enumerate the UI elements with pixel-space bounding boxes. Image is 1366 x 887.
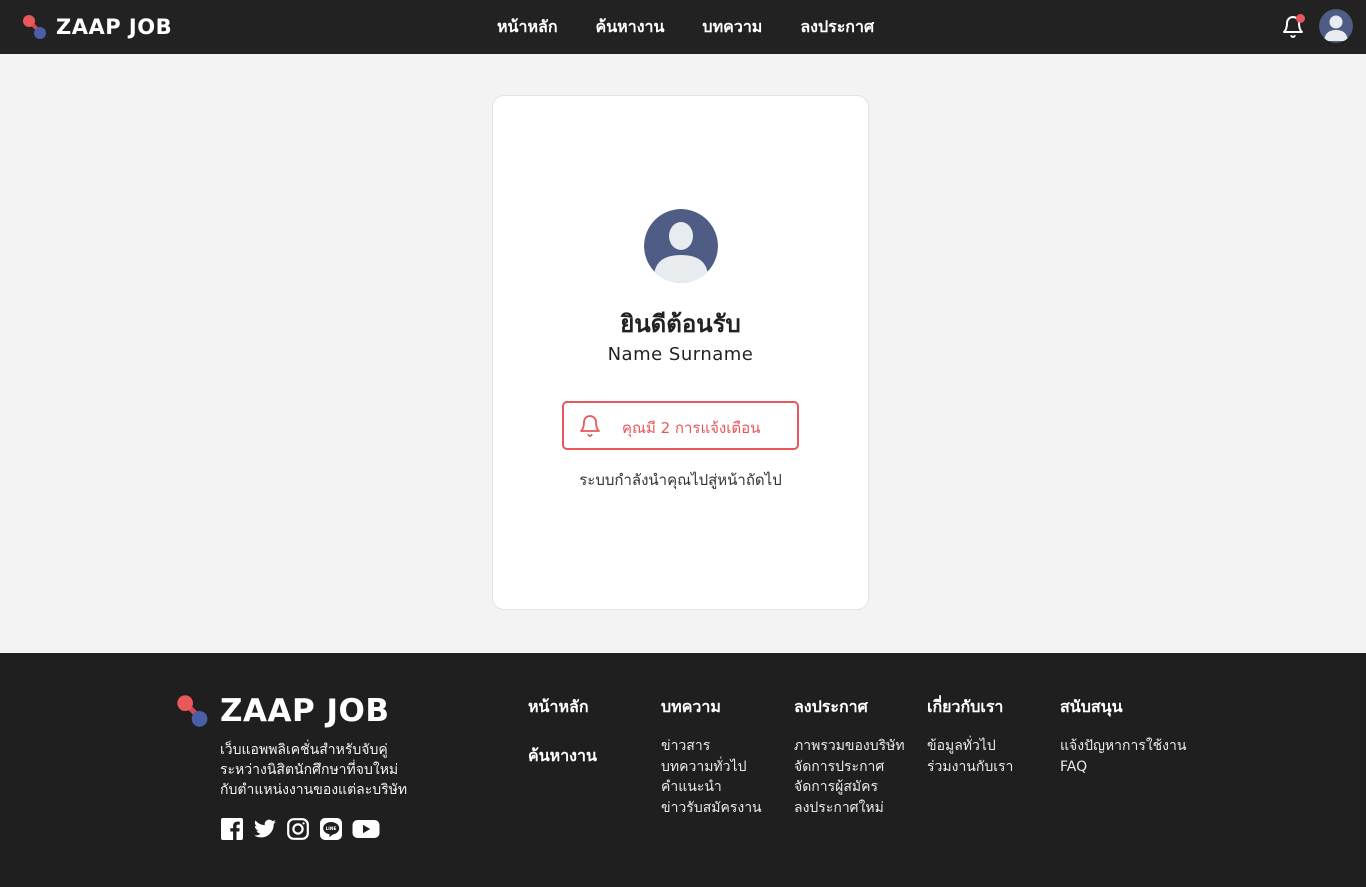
footer-link-search-jobs[interactable]: ค้นหางาน	[528, 744, 597, 769]
nav-post-job[interactable]: ลงประกาศ	[800, 15, 874, 40]
notifications-button-label: คุณมี 2 การแจ้งเตือน	[622, 419, 761, 437]
welcome-card: ยินดีต้อนรับ Name Surname คุณมี 2 การแจ้…	[492, 95, 869, 610]
logo-mark-icon	[22, 14, 48, 40]
profile-avatar	[644, 209, 718, 283]
footer-link[interactable]: ลงประกาศใหม่	[794, 798, 905, 819]
header-logo-text: ZAAP JOB	[56, 15, 173, 39]
youtube-icon[interactable]	[352, 817, 380, 841]
line-icon[interactable]: LINE	[319, 817, 343, 841]
footer-heading-about[interactable]: เกี่ยวกับเรา	[927, 695, 1013, 720]
social-links: LINE	[220, 817, 389, 841]
footer-heading-post-job[interactable]: ลงประกาศ	[794, 695, 905, 720]
footer-col-articles: บทความ ข่าวสาร บทความทั่วไป คำแนะนำ ข่าว…	[661, 695, 762, 818]
nav-search-jobs[interactable]: ค้นหางาน	[596, 15, 665, 40]
footer-link[interactable]: แจ้งปัญหาการใช้งาน	[1060, 736, 1186, 757]
footer-heading-support[interactable]: สนับสนุน	[1060, 695, 1186, 720]
footer-link[interactable]: ข้อมูลทั่วไป	[927, 736, 1013, 757]
footer-tagline-line: เว็บแอพพลิเคชั่นสำหรับจับคู่	[220, 742, 388, 758]
header-logo[interactable]: ZAAP JOB	[22, 13, 172, 41]
footer-link[interactable]: ภาพรวมของบริษัท	[794, 736, 905, 757]
footer-tagline: เว็บแอพพลิเคชั่นสำหรับจับคู่ ระหว่างนิสิ…	[220, 740, 407, 800]
footer: ZAAP JOB เว็บแอพพลิเคชั่นสำหรับจับคู่ ระ…	[0, 653, 1366, 887]
footer-logo-mark-icon	[176, 694, 210, 728]
notification-badge-dot	[1296, 14, 1305, 23]
facebook-icon[interactable]	[220, 817, 244, 841]
bell-icon	[578, 414, 602, 438]
top-navbar: ZAAP JOB หน้าหลัก ค้นหางาน บทความ ลงประก…	[0, 0, 1366, 54]
notifications-button[interactable]: คุณมี 2 การแจ้งเตือน	[562, 401, 799, 450]
footer-link[interactable]: คำแนะนำ	[661, 777, 762, 798]
nav-home[interactable]: หน้าหลัก	[497, 15, 558, 40]
footer-col-home: หน้าหลัก ค้นหางาน	[528, 695, 597, 769]
footer-tagline-line: กับตำแหน่งงานของแต่ละบริษัท	[220, 782, 408, 798]
footer-link[interactable]: FAQ	[1060, 757, 1186, 778]
twitter-icon[interactable]	[253, 817, 277, 841]
footer-link[interactable]: จัดการประกาศ	[794, 757, 905, 778]
footer-col-about: เกี่ยวกับเรา ข้อมูลทั่วไป ร่วมงานกับเรา	[927, 695, 1013, 777]
footer-logo[interactable]: ZAAP JOB	[176, 693, 390, 729]
footer-link[interactable]: ข่าวสาร	[661, 736, 762, 757]
footer-link[interactable]: จัดการผู้สมัคร	[794, 777, 905, 798]
footer-tagline-line: ระหว่างนิสิตนักศึกษาที่จบใหม่	[220, 762, 399, 778]
welcome-heading: ยินดีต้อนรับ	[620, 310, 741, 338]
footer-link[interactable]: ร่วมงานกับเรา	[927, 757, 1013, 778]
footer-heading-articles[interactable]: บทความ	[661, 695, 762, 720]
svg-text:LINE: LINE	[326, 826, 337, 832]
redirect-message: ระบบกำลังนำคุณไปสู่หน้าถัดไป	[579, 471, 782, 489]
instagram-icon[interactable]	[286, 817, 310, 841]
user-avatar[interactable]	[1319, 9, 1353, 43]
nav-articles[interactable]: บทความ	[702, 15, 762, 40]
main-nav: หน้าหลัก ค้นหางาน บทความ ลงประกาศ	[478, 0, 893, 54]
footer-link-home[interactable]: หน้าหลัก	[528, 695, 597, 720]
user-full-name: Name Surname	[607, 344, 754, 365]
footer-link[interactable]: ข่าวรับสมัครงาน	[661, 798, 762, 819]
footer-logo-text: ZAAP JOB	[220, 693, 390, 729]
footer-link[interactable]: บทความทั่วไป	[661, 757, 762, 778]
footer-col-post-job: ลงประกาศ ภาพรวมของบริษัท จัดการประกาศ จั…	[794, 695, 905, 818]
footer-col-support: สนับสนุน แจ้งปัญหาการใช้งาน FAQ	[1060, 695, 1186, 777]
